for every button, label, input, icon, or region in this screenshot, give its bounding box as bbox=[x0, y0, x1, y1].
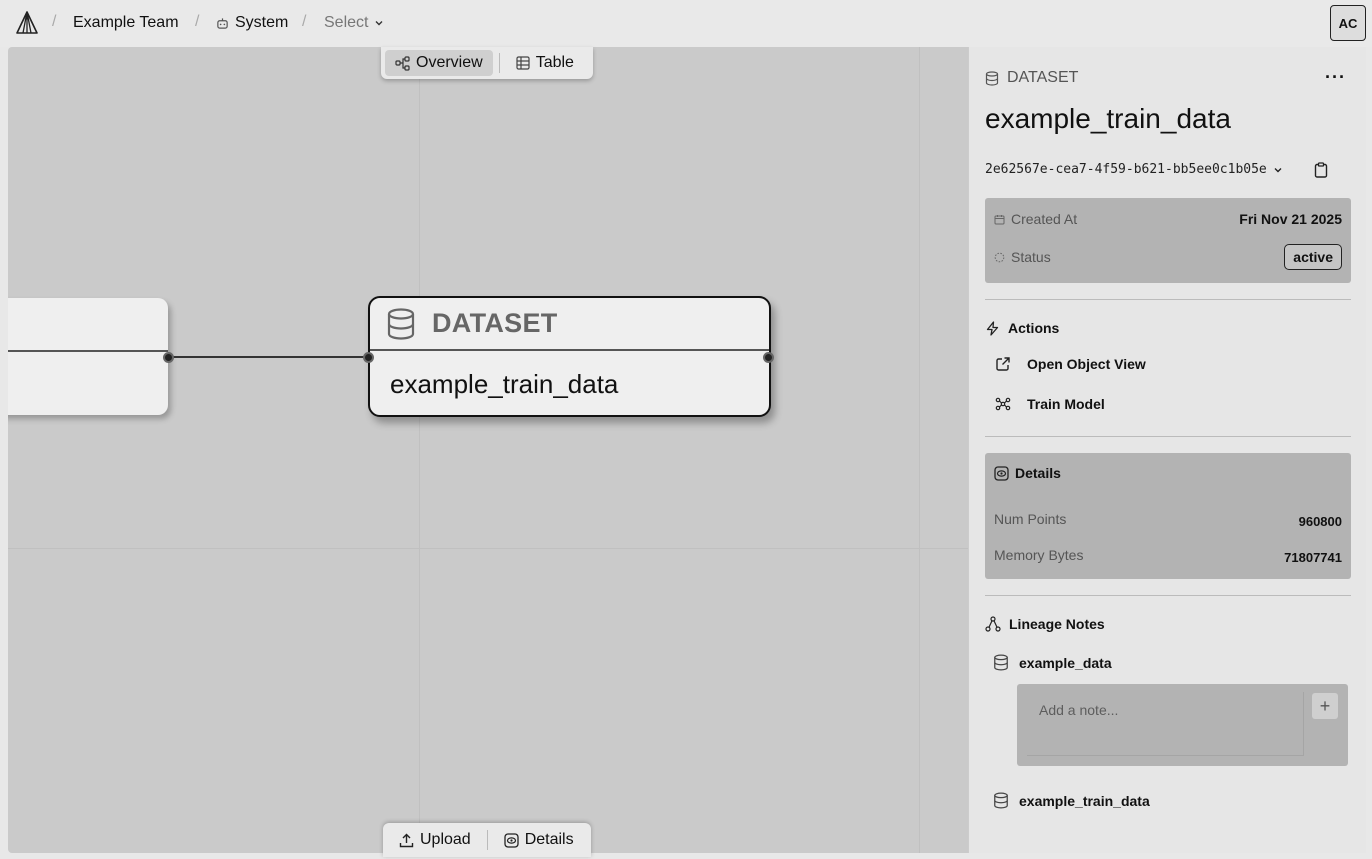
grid-line bbox=[419, 47, 420, 853]
num-points-label: Num Points bbox=[994, 511, 1067, 527]
graph-canvas[interactable]: DATASET example_train_data bbox=[8, 47, 968, 853]
database-icon bbox=[387, 307, 415, 340]
created-at-label: Created At bbox=[1011, 211, 1078, 227]
lightning-icon bbox=[986, 320, 999, 336]
loader-icon bbox=[994, 252, 1005, 262]
toolbar-divider bbox=[486, 830, 488, 850]
created-at-label-wrap: Created At bbox=[994, 211, 1077, 227]
panel-type-label: DATASET bbox=[1007, 69, 1079, 86]
node-handle[interactable] bbox=[763, 352, 774, 363]
panel-type: DATASET bbox=[985, 69, 1078, 87]
details-card: Details Num Points 960800 Memory Bytes 7… bbox=[985, 453, 1351, 579]
upstream-node[interactable] bbox=[8, 298, 168, 415]
status-label-wrap: Status bbox=[994, 249, 1051, 265]
lineage-edge bbox=[171, 356, 369, 358]
add-note-button[interactable]: + bbox=[1312, 693, 1338, 719]
divider bbox=[985, 299, 1351, 300]
train-model-button[interactable]: Train Model bbox=[995, 396, 1105, 412]
lineage-section-title: Lineage Notes bbox=[985, 616, 1105, 632]
object-id-selector[interactable]: 2e62567e-cea7-4f59-b621-bb5ee0c1b05e bbox=[985, 162, 1283, 177]
grid-line bbox=[919, 47, 920, 853]
breadcrumb-system-label: System bbox=[235, 14, 289, 31]
eye-scan-icon bbox=[504, 832, 519, 848]
lineage-item-child[interactable]: example_train_data bbox=[993, 792, 1150, 809]
divider bbox=[985, 436, 1351, 437]
created-at-value: Fri Nov 21 2025 bbox=[1239, 211, 1342, 227]
database-icon bbox=[994, 792, 1008, 809]
top-bar: / Example Team / System / Select AC bbox=[0, 0, 1372, 47]
created-at-row: Created At Fri Nov 21 2025 bbox=[994, 211, 1342, 227]
train-model-label: Train Model bbox=[1027, 396, 1105, 412]
node-name: example_train_data bbox=[390, 369, 619, 399]
grid-line bbox=[8, 548, 968, 549]
details-card-title: Details bbox=[994, 465, 1061, 481]
table-tab[interactable]: Table bbox=[506, 50, 584, 76]
overview-tab-label: Overview bbox=[416, 54, 483, 71]
upload-icon bbox=[399, 833, 414, 847]
robot-icon bbox=[217, 17, 228, 29]
lineage-item-parent[interactable]: example_data bbox=[993, 654, 1112, 671]
num-points-row: Num Points 960800 bbox=[994, 511, 1342, 529]
status-label: Status bbox=[1011, 249, 1051, 265]
breadcrumb-system[interactable]: System bbox=[216, 14, 288, 32]
note-box: + bbox=[1017, 684, 1348, 766]
app-logo-icon[interactable] bbox=[14, 10, 40, 36]
open-object-view-label: Open Object View bbox=[1027, 356, 1146, 372]
node-handle[interactable] bbox=[163, 352, 174, 363]
breadcrumb-select-label: Select bbox=[324, 14, 369, 31]
breadcrumb-team[interactable]: Example Team bbox=[73, 14, 179, 32]
details-panel: DATASET ··· example_train_data 2e62567e-… bbox=[968, 47, 1366, 853]
upload-button-label: Upload bbox=[420, 831, 471, 848]
database-icon bbox=[985, 70, 999, 86]
view-toggle: Overview Table bbox=[381, 47, 593, 79]
node-divider bbox=[8, 350, 168, 352]
graph-icon bbox=[395, 55, 410, 71]
database-icon bbox=[994, 654, 1008, 671]
breadcrumb-separator: / bbox=[195, 13, 200, 30]
actions-title: Actions bbox=[1008, 320, 1060, 336]
chevron-down-icon bbox=[375, 21, 383, 26]
upload-button[interactable]: Upload bbox=[389, 827, 481, 853]
lineage-item-label: example_train_data bbox=[1019, 792, 1150, 809]
node-type-label: DATASET bbox=[432, 308, 558, 338]
more-options-icon[interactable]: ··· bbox=[1325, 67, 1346, 88]
table-tab-label: Table bbox=[535, 54, 574, 71]
object-id: 2e62567e-cea7-4f59-b621-bb5ee0c1b05e bbox=[985, 162, 1267, 177]
breadcrumb-select[interactable]: Select bbox=[324, 14, 384, 32]
lineage-title: Lineage Notes bbox=[1009, 616, 1105, 632]
bottom-toolbar: Upload Details bbox=[383, 823, 591, 857]
panel-title: example_train_data bbox=[985, 103, 1231, 134]
breadcrumb-separator: / bbox=[52, 13, 57, 30]
divider bbox=[985, 595, 1351, 596]
open-object-view-button[interactable]: Open Object View bbox=[995, 356, 1146, 372]
node-header: DATASET bbox=[370, 298, 769, 351]
details-button[interactable]: Details bbox=[494, 827, 584, 853]
table-icon bbox=[516, 56, 530, 70]
details-button-label: Details bbox=[524, 831, 574, 848]
memory-bytes-label: Memory Bytes bbox=[994, 547, 1084, 563]
dataset-node[interactable]: DATASET example_train_data bbox=[368, 296, 771, 417]
overview-tab[interactable]: Overview bbox=[385, 50, 493, 76]
lineage-item-label: example_data bbox=[1019, 654, 1112, 671]
breadcrumb-separator: / bbox=[302, 13, 307, 30]
toggle-divider bbox=[498, 53, 500, 73]
clipboard-icon[interactable] bbox=[1314, 162, 1328, 178]
status-row: Status active bbox=[994, 244, 1342, 270]
eye-scan-icon bbox=[994, 465, 1009, 481]
calendar-icon bbox=[994, 214, 1005, 224]
node-handle[interactable] bbox=[363, 352, 374, 363]
user-avatar[interactable]: AC bbox=[1330, 5, 1366, 41]
memory-bytes-row: Memory Bytes 71807741 bbox=[994, 547, 1342, 565]
note-input[interactable] bbox=[1027, 692, 1304, 756]
external-link-icon bbox=[996, 357, 1010, 371]
lineage-icon bbox=[985, 616, 1001, 632]
actions-section-title: Actions bbox=[985, 320, 1059, 336]
chevron-down-icon bbox=[1274, 167, 1282, 172]
metadata-card: Created At Fri Nov 21 2025 Status active bbox=[985, 198, 1351, 283]
num-points-value: 960800 bbox=[1298, 514, 1342, 529]
details-title: Details bbox=[1015, 465, 1061, 481]
status-badge: active bbox=[1284, 244, 1342, 270]
network-icon bbox=[995, 397, 1011, 411]
memory-bytes-value: 71807741 bbox=[1284, 550, 1342, 565]
